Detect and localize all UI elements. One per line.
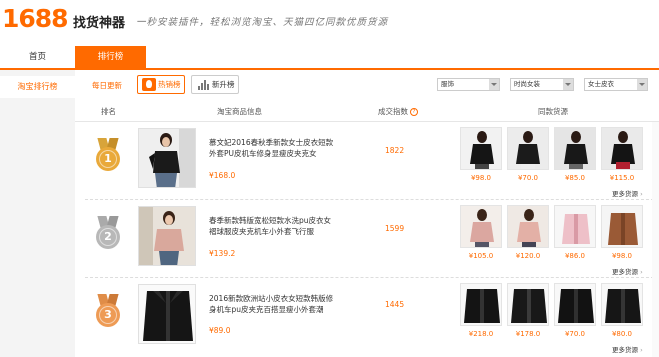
- product-title[interactable]: 慕文妃2016春秋季新款女士皮衣短款外套PU皮机车修身显瘦皮夹克女: [209, 137, 337, 159]
- source-item[interactable]: ¥178.0: [507, 283, 549, 338]
- source-price: ¥115.0: [609, 174, 635, 182]
- subcategory-select-value: 时尚女装: [514, 80, 540, 88]
- logo-number[interactable]: 1688: [2, 4, 69, 33]
- column-source: 同款货源: [538, 107, 568, 116]
- table-row: 1 慕文妃2016春秋季新款女士皮衣短款外套PU皮机车修身显瘦皮夹克女 ¥168…: [75, 122, 659, 198]
- chevron-down-icon: [637, 79, 647, 90]
- source-price: ¥70.0: [517, 174, 539, 182]
- table-header: 排名 淘宝商品信息 成交指数? 同款货源: [75, 100, 659, 122]
- help-icon[interactable]: ?: [410, 108, 418, 116]
- source-item[interactable]: ¥85.0: [554, 127, 596, 182]
- source-item[interactable]: ¥86.0: [554, 205, 596, 260]
- product-price: ¥89.0: [209, 326, 231, 335]
- source-price: ¥98.0: [611, 252, 633, 260]
- slogan: 一秒安装插件，轻松浏览淘宝、天猫四亿同款优质货源: [136, 17, 389, 28]
- tab-home[interactable]: 首页: [0, 46, 75, 68]
- product-title[interactable]: 2016新款欧洲站小皮衣女短款韩版修身机车pu皮夹克百搭显瘦小外套潮: [209, 293, 337, 315]
- product-price: ¥168.0: [209, 171, 236, 180]
- bar-chart-icon: [196, 78, 210, 91]
- rising-label: 新升榜: [212, 80, 235, 89]
- source-item[interactable]: ¥70.0: [554, 283, 596, 338]
- category-select-value: 服饰: [441, 80, 454, 88]
- type-select-value: 女士皮衣: [588, 80, 614, 88]
- chevron-right-icon: ›: [640, 268, 643, 276]
- gold-medal-icon: 1: [95, 138, 121, 172]
- source-price: ¥120.0: [515, 252, 541, 260]
- bronze-medal-icon: 3: [95, 294, 121, 328]
- source-price: ¥218.0: [468, 330, 494, 338]
- type-select[interactable]: 女士皮衣: [584, 78, 648, 91]
- source-price: ¥70.0: [564, 330, 586, 338]
- subcategory-select[interactable]: 时尚女装: [510, 78, 574, 91]
- product-image[interactable]: [138, 128, 196, 188]
- daily-update-label: 每日更新: [92, 81, 122, 90]
- chevron-down-icon: [563, 79, 573, 90]
- fire-icon: [142, 78, 156, 91]
- tab-rank[interactable]: 排行榜: [75, 46, 146, 68]
- chevron-down-icon: [489, 79, 499, 90]
- hot-sales-label: 热销榜: [158, 80, 181, 89]
- column-rank: 排名: [101, 107, 116, 116]
- source-price: ¥105.0: [468, 252, 494, 260]
- header: 1688 找货神器 一秒安装插件，轻松浏览淘宝、天猫四亿同款优质货源: [0, 0, 659, 44]
- source-price: ¥178.0: [515, 330, 541, 338]
- source-item[interactable]: ¥218.0: [460, 283, 502, 338]
- product-title[interactable]: 春季新款韩版宽松短款水洗pu皮衣女褶球服皮夹克机车小外套飞行服: [209, 215, 337, 237]
- rising-button[interactable]: 新升榜: [191, 75, 239, 94]
- top-nav: 首页 排行榜: [0, 46, 659, 70]
- deal-index: 1445: [385, 300, 405, 309]
- column-deal-index: 成交指数?: [378, 106, 418, 117]
- chevron-right-icon: ›: [640, 346, 643, 354]
- table-row: 3 2016新款欧洲站小皮衣女短款韩版修身机车pu皮夹克百搭显瘦小外套潮 ¥89…: [75, 278, 659, 354]
- deal-index: 1599: [385, 224, 405, 233]
- source-item[interactable]: ¥70.0: [507, 127, 549, 182]
- source-item[interactable]: ¥80.0: [601, 283, 643, 338]
- source-item[interactable]: ¥115.0: [601, 127, 643, 182]
- deal-index: 1822: [385, 146, 405, 155]
- sidebar: 淘宝排行榜: [0, 70, 75, 357]
- column-product-info: 淘宝商品信息: [217, 107, 262, 116]
- silver-medal-icon: 2: [95, 216, 121, 250]
- source-price: ¥85.0: [564, 174, 586, 182]
- category-select[interactable]: 服饰: [437, 78, 500, 91]
- scrollbar[interactable]: [652, 122, 659, 357]
- more-sources-link[interactable]: 更多货源 ›: [612, 344, 643, 354]
- source-item[interactable]: ¥120.0: [507, 205, 549, 260]
- logo-text[interactable]: 找货神器: [73, 12, 125, 31]
- product-image[interactable]: [138, 206, 196, 266]
- source-price: ¥86.0: [564, 252, 586, 260]
- product-price: ¥139.2: [209, 249, 236, 258]
- source-price: ¥80.0: [611, 330, 633, 338]
- chevron-right-icon: ›: [640, 190, 643, 198]
- sidebar-item-taobao-rank[interactable]: 淘宝排行榜: [0, 76, 75, 98]
- source-item[interactable]: ¥98.0: [601, 205, 643, 260]
- product-image[interactable]: [138, 284, 196, 344]
- table-row: 2 春季新款韩版宽松短款水洗pu皮衣女褶球服皮夹克机车小外套飞行服 ¥139.2…: [75, 200, 659, 276]
- source-item[interactable]: ¥98.0: [460, 127, 502, 182]
- more-sources-link[interactable]: 更多货源 ›: [612, 266, 643, 276]
- source-price: ¥98.0: [470, 174, 492, 182]
- hot-sales-button[interactable]: 热销榜: [137, 75, 185, 94]
- more-sources-link[interactable]: 更多货源 ›: [612, 188, 643, 198]
- toolbar: 每日更新 热销榜 新升榜 服饰 时尚女装 女士皮衣: [75, 70, 659, 100]
- source-item[interactable]: ¥105.0: [460, 205, 502, 260]
